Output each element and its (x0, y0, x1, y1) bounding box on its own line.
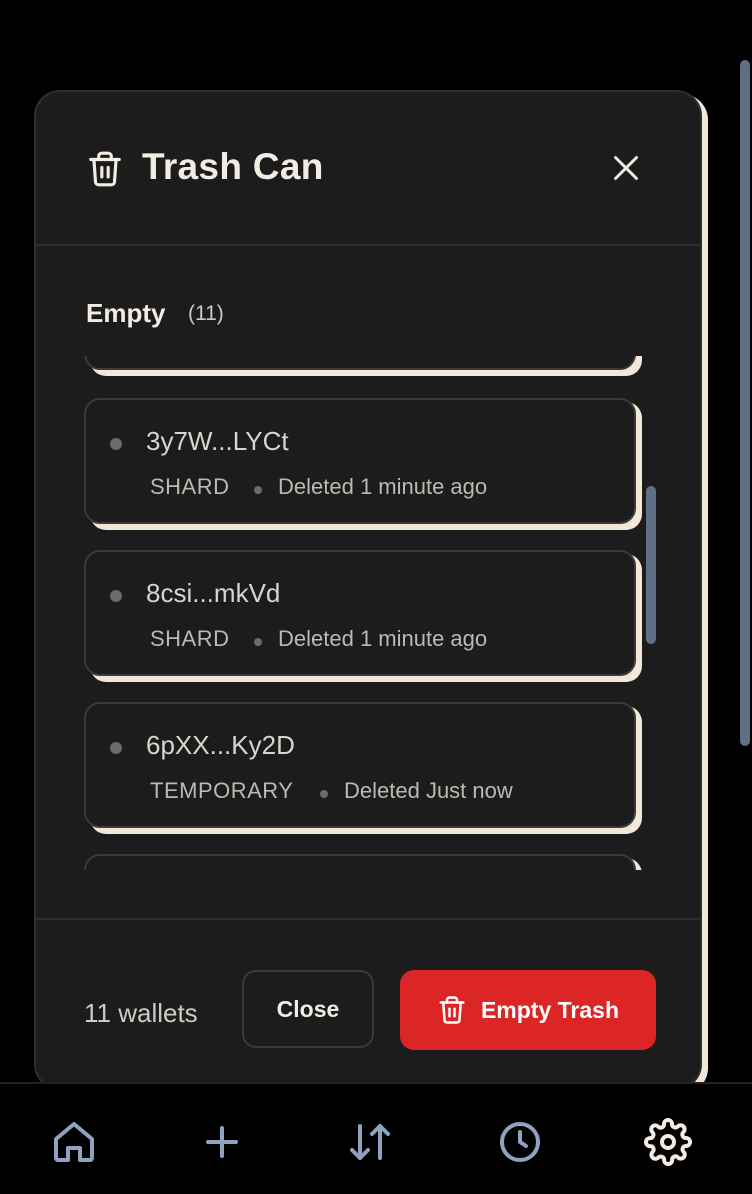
trash-can-modal: Trash Can Empty (11) 3y7W...LYCt SHARD D… (34, 90, 702, 1090)
modal-title: Trash Can (142, 146, 324, 187)
close-button[interactable]: Close (242, 970, 374, 1048)
bottom-nav (0, 1082, 752, 1194)
wallet-count: 11 wallets (84, 998, 198, 1028)
wallet-card[interactable]: 6pXX...Ky2D TEMPORARY Deleted Just now (84, 702, 636, 828)
wallet-address: 3y7W...LYCt (146, 426, 289, 456)
plus-icon (206, 1126, 238, 1158)
status-dot (110, 590, 122, 602)
wallet-type: SHARD (150, 474, 230, 499)
modal-footer: 11 wallets Close Empty Trash (36, 918, 700, 1088)
close-icon[interactable] (608, 150, 644, 186)
wallet-address: 8csi...mkVd (146, 578, 281, 608)
list-item[interactable]: 6pXX...Ky2D TEMPORARY Deleted Just now (84, 702, 644, 834)
list-item[interactable]: 8csi...mkVd SHARD Deleted 1 minute ago (84, 550, 644, 682)
screen: Trash Can Empty (11) 3y7W...LYCt SHARD D… (0, 0, 752, 1194)
nav-history[interactable] (496, 1118, 544, 1166)
gear-icon (644, 1118, 692, 1166)
nav-transfer[interactable] (346, 1118, 394, 1166)
wallet-card[interactable]: 8csi...mkVd SHARD Deleted 1 minute ago (84, 550, 636, 676)
trash-list[interactable]: 3y7W...LYCt SHARD Deleted 1 minute ago 8… (84, 356, 650, 870)
deleted-time: Deleted 1 minute ago (278, 474, 488, 499)
trash-icon (89, 151, 121, 187)
page-scrollbar[interactable] (740, 60, 750, 746)
separator-dot (254, 486, 262, 494)
list-scrollbar[interactable] (646, 486, 656, 644)
deleted-time: Deleted Just now (344, 778, 513, 803)
empty-trash-label: Empty Trash (480, 996, 620, 1023)
deleted-time: Deleted 1 minute ago (278, 626, 488, 651)
section-heading: Empty (86, 298, 166, 328)
nav-home[interactable] (50, 1118, 98, 1166)
wallet-type: TEMPORARY (150, 778, 294, 803)
nav-settings[interactable] (644, 1118, 692, 1166)
separator-dot (254, 638, 262, 646)
status-dot (110, 742, 122, 754)
wallet-card[interactable]: 3y7W...LYCt SHARD Deleted 1 minute ago (84, 398, 636, 524)
list-item[interactable]: 3y7W...LYCt SHARD Deleted 1 minute ago (84, 398, 644, 530)
nav-add[interactable] (198, 1118, 246, 1166)
separator-dot (320, 790, 328, 798)
modal-header: Trash Can (36, 92, 700, 246)
transfer-arrows-icon (350, 1124, 390, 1160)
section-count: (11) (188, 302, 224, 325)
trash-icon (439, 996, 465, 1024)
clock-icon (500, 1122, 540, 1162)
wallet-type: SHARD (150, 626, 230, 651)
home-icon (54, 1122, 94, 1162)
empty-trash-button[interactable]: Empty Trash (400, 970, 656, 1050)
list-item[interactable] (84, 356, 644, 376)
wallet-card[interactable] (84, 356, 636, 370)
wallet-address: 6pXX...Ky2D (146, 730, 295, 760)
wallet-card[interactable] (84, 854, 636, 870)
status-dot (110, 438, 122, 450)
list-item[interactable] (84, 854, 644, 870)
